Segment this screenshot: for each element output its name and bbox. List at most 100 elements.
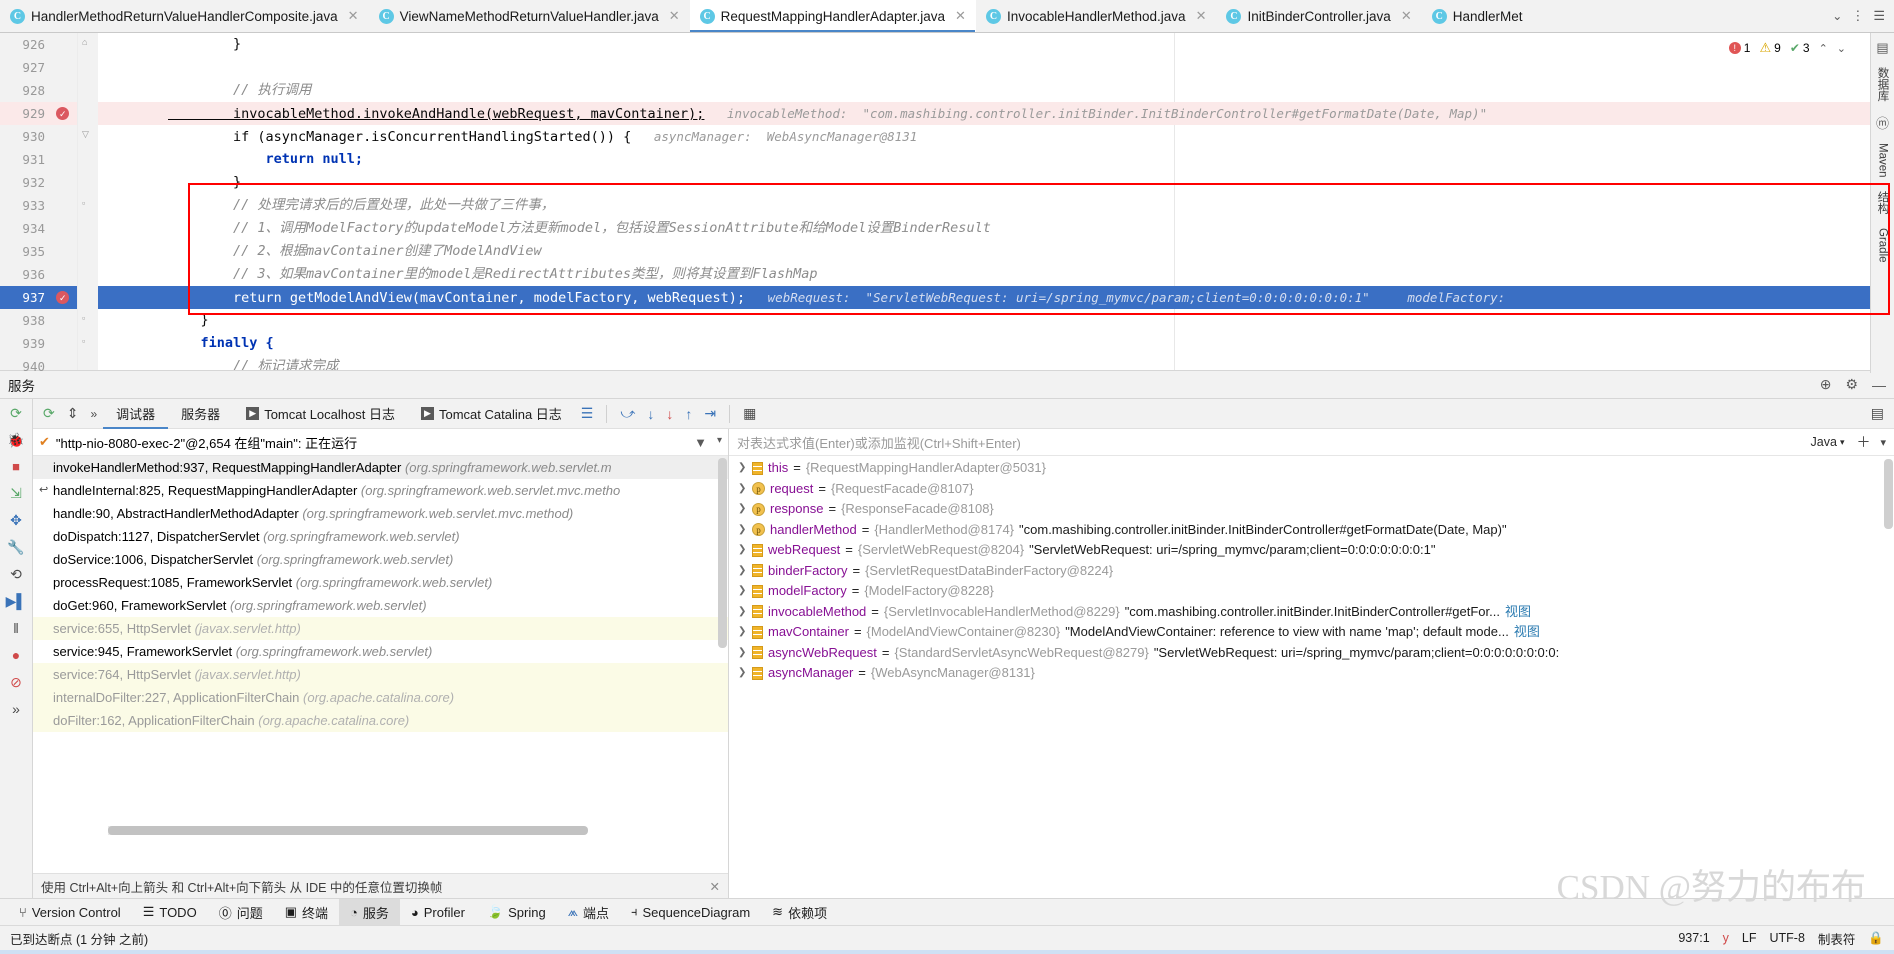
maven-icon[interactable]: ⓜ (1876, 110, 1889, 135)
tool-window-database[interactable]: 数据库 (1875, 61, 1891, 108)
stop-icon[interactable]: ■ (12, 460, 20, 473)
update-icon[interactable]: ✥ (10, 513, 22, 527)
scrollbar-thumb[interactable] (108, 826, 588, 835)
frame-row[interactable]: service:764, HttpServlet (javax.servlet.… (33, 663, 728, 686)
variable-row[interactable]: ❯ p handlerMethod = {HandlerMethod@8174}… (729, 520, 1894, 541)
thread-selector[interactable]: ✔ "http-nio-8080-exec-2"@2,654 在组"main":… (33, 429, 728, 456)
editor-tab-2[interactable]: C RequestMappingHandlerAdapter.java ✕ (689, 0, 976, 32)
sort-icon[interactable]: ⇕ (61, 405, 85, 422)
tool-button-profiler[interactable]: ◕ Profiler (400, 899, 476, 926)
expand-arrow-icon[interactable]: ❯ (738, 458, 747, 479)
chevron-down-icon[interactable]: ▾ (717, 435, 722, 450)
chevron-down-icon[interactable]: ⌄ (1837, 42, 1846, 55)
frame-row[interactable]: service:655, HttpServlet (javax.servlet.… (33, 617, 728, 640)
breakpoint-icon[interactable] (56, 288, 69, 311)
expand-arrow-icon[interactable]: ❯ (738, 581, 747, 602)
editor-tab-1[interactable]: C ViewNameMethodReturnValueHandler.java … (369, 0, 690, 32)
debug-icon[interactable]: 🐞 (7, 433, 24, 447)
fold-marker-icon[interactable]: ▫ (82, 336, 93, 347)
inspection-widget[interactable]: ! 1 ⚠ 9 ✔ 3 ⌃ ⌄ (1728, 40, 1846, 56)
tool-window-maven[interactable]: Maven (1877, 137, 1889, 184)
expand-arrow-icon[interactable]: ❯ (738, 499, 747, 520)
mute-breakpoints-icon[interactable]: ⊘ (10, 675, 22, 689)
tool-button-terminal[interactable]: ▣ 终端 (274, 899, 339, 926)
filter-icon[interactable]: ▼ (694, 435, 707, 450)
code-editor[interactable]: 926 927 928 929 930 931 932 933 934 935 … (0, 33, 1894, 374)
add-watch-icon[interactable]: ＋ (1856, 432, 1870, 452)
refresh-icon[interactable]: ⟲ (10, 567, 22, 581)
evaluate-expression-row[interactable]: 对表达式求值(Enter)或添加监视(Ctrl+Shift+Enter) Jav… (729, 429, 1894, 456)
variable-row[interactable]: ❯ modelFactory = {ModelFactory@8228} (729, 581, 1894, 602)
code-text-area[interactable]: } // 执行调用 invocableMethod.invokeAndHandl… (98, 33, 1882, 370)
fold-marker-icon[interactable]: ▫ (82, 313, 93, 324)
evaluate-expression-icon[interactable]: ▦ (737, 405, 762, 422)
translate-icon[interactable]: у (1723, 931, 1729, 945)
expand-arrow-icon[interactable]: ❯ (738, 643, 747, 664)
minimize-icon[interactable]: — (1872, 377, 1886, 393)
tool-button-endpoints[interactable]: ⩕ 端点 (557, 899, 620, 926)
breakpoints-icon[interactable]: ● (12, 648, 20, 662)
run-to-cursor-icon[interactable]: ⇥ (698, 405, 722, 422)
chevron-down-icon[interactable]: ▾ (1880, 436, 1886, 449)
pause-program-icon[interactable]: ‖ (13, 621, 19, 635)
more-options-icon[interactable]: ⋮ (1851, 8, 1864, 24)
frame-row[interactable]: service:945, FrameworkServlet (org.sprin… (33, 640, 728, 663)
variables-list[interactable]: ❯ this = {RequestMappingHandlerAdapter@5… (729, 456, 1894, 898)
view-link[interactable]: 视图 (1505, 602, 1531, 623)
database-icon[interactable]: ☰ (1873, 8, 1885, 24)
close-icon[interactable]: ✕ (1401, 8, 1412, 24)
view-link[interactable]: 视图 (1514, 622, 1540, 643)
expand-arrow-icon[interactable]: ❯ (738, 561, 747, 582)
frame-row[interactable]: doDispatch:1127, DispatcherServlet (org.… (33, 525, 728, 548)
tab-tomcat-catalina-log[interactable]: ▶ Tomcat Catalina 日志 (408, 399, 575, 429)
debugger-layout-settings-icon[interactable]: ▤ (1871, 405, 1894, 422)
expand-arrow-icon[interactable]: ❯ (738, 663, 747, 684)
expand-arrow-icon[interactable]: ❯ (738, 520, 747, 541)
variable-row[interactable]: ❯ this = {RequestMappingHandlerAdapter@5… (729, 458, 1894, 479)
chevron-up-icon[interactable]: ⌃ (1819, 42, 1828, 55)
frame-row[interactable]: doGet:960, FrameworkServlet (org.springf… (33, 594, 728, 617)
frame-row[interactable]: internalDoFilter:227, ApplicationFilterC… (33, 686, 728, 709)
code-folding-column[interactable]: ⌂ ▽ ▫ ▫ ▫ (78, 33, 98, 370)
editor-tab-3[interactable]: C InvocableHandlerMethod.java ✕ (976, 0, 1217, 32)
gear-icon[interactable]: ⚙ (1845, 376, 1858, 393)
frame-row[interactable]: doService:1006, DispatcherServlet (org.s… (33, 548, 728, 571)
expand-arrow-icon[interactable]: ❯ (738, 540, 747, 561)
tool-button-version-control[interactable]: ⑂ Version Control (8, 899, 132, 926)
variable-row[interactable]: ❯ p request = {RequestFacade@8107} (729, 479, 1894, 500)
file-encoding[interactable]: UTF-8 (1769, 931, 1804, 945)
target-icon[interactable]: ⊕ (1820, 376, 1832, 393)
indent-setting[interactable]: 制表符 (1818, 929, 1856, 948)
frame-row[interactable]: processRequest:1085, FrameworkServlet (o… (33, 571, 728, 594)
caret-position[interactable]: 937:1 (1678, 931, 1709, 945)
breakpoint-icon[interactable] (56, 104, 69, 127)
redeploy-icon[interactable]: ⇲ (10, 486, 22, 500)
frame-row[interactable]: invokeHandlerMethod:937, RequestMappingH… (33, 456, 728, 479)
editor-tab-4[interactable]: C InitBinderController.java ✕ (1216, 0, 1421, 32)
tool-button-sequence-diagram[interactable]: ⫞ SequenceDiagram (620, 899, 761, 926)
tool-button-services[interactable]: ◔ 服务 (339, 898, 400, 926)
variables-scrollbar[interactable] (1884, 459, 1893, 529)
editor-gutter[interactable]: 926 927 928 929 930 931 932 933 934 935 … (0, 33, 78, 374)
expand-arrow-icon[interactable]: ❯ (738, 602, 747, 623)
variable-row[interactable]: ❯ invocableMethod = {ServletInvocableHan… (729, 602, 1894, 623)
variable-row[interactable]: ❯ p response = {ResponseFacade@8108} (729, 499, 1894, 520)
close-icon[interactable]: ✕ (710, 879, 720, 894)
close-icon[interactable]: ✕ (669, 8, 680, 24)
tool-button-todo[interactable]: ☰ TODO (132, 899, 208, 926)
close-icon[interactable]: ✕ (955, 8, 966, 24)
lock-icon[interactable]: 🔒 (1868, 931, 1884, 946)
frames-vertical-scrollbar[interactable] (718, 458, 727, 648)
step-over-icon[interactable]: ⤻ (614, 405, 641, 422)
step-out-icon[interactable]: ↑ (679, 406, 698, 422)
frame-row[interactable]: handle:90, AbstractHandlerMethodAdapter … (33, 502, 728, 525)
editor-tab-0[interactable]: C HandlerMethodReturnValueHandlerComposi… (0, 0, 369, 32)
frames-list[interactable]: invokeHandlerMethod:937, RequestMappingH… (33, 456, 728, 873)
fold-start-icon[interactable]: ▽ (82, 129, 93, 140)
tab-tomcat-localhost-log[interactable]: ▶ Tomcat Localhost 日志 (233, 399, 408, 429)
variable-row[interactable]: ❯ mavContainer = {ModelAndViewContainer@… (729, 622, 1894, 643)
variable-row[interactable]: ❯ asyncWebRequest = {StandardServletAsyn… (729, 643, 1894, 664)
resume-program-icon[interactable]: ▶▌ (6, 594, 27, 608)
close-icon[interactable]: ✕ (348, 8, 359, 24)
settings-wrench-icon[interactable]: 🔧 (7, 540, 24, 554)
